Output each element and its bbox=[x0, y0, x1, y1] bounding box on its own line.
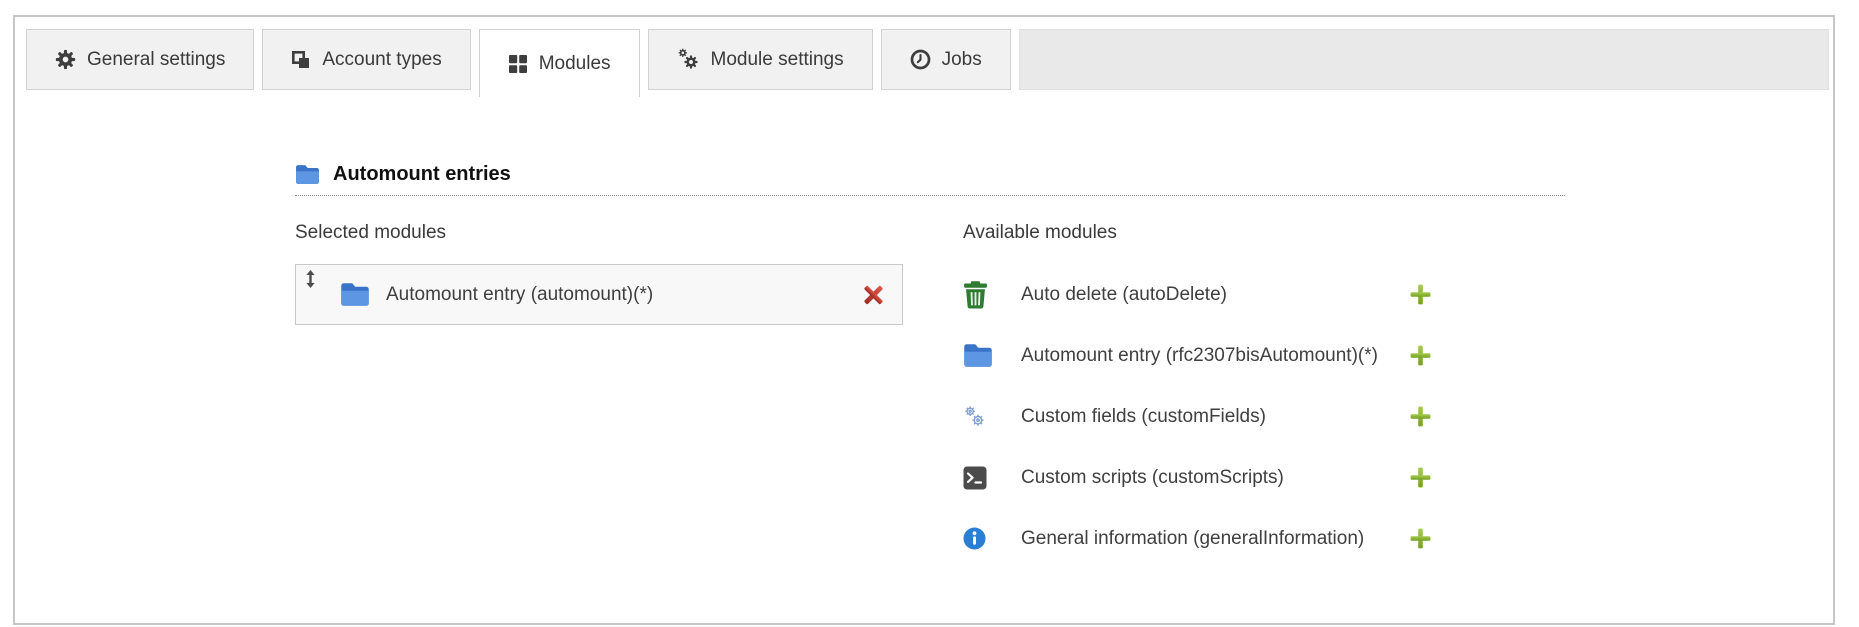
modules-section: Automount entries Selected modules bbox=[295, 163, 1565, 569]
remove-module-button[interactable] bbox=[861, 282, 886, 307]
info-icon bbox=[963, 527, 997, 550]
add-module-button[interactable] bbox=[1409, 344, 1432, 367]
trash-icon bbox=[963, 281, 997, 309]
account-types-icon bbox=[291, 50, 311, 70]
available-module-row: Auto delete (autoDelete) bbox=[963, 264, 1565, 325]
available-module-label: Custom fields (customFields) bbox=[1021, 406, 1266, 428]
modules-grid-icon bbox=[508, 54, 528, 74]
tab-account-types[interactable]: Account types bbox=[262, 29, 470, 90]
add-module-button[interactable] bbox=[1409, 527, 1432, 550]
gears-icon bbox=[963, 405, 997, 428]
up-down-arrow-icon[interactable] bbox=[305, 270, 316, 288]
folder-icon bbox=[963, 343, 997, 368]
selected-modules-header: Selected modules bbox=[295, 222, 963, 244]
tab-general-settings[interactable]: General settings bbox=[26, 29, 254, 90]
red-x-icon bbox=[861, 282, 886, 307]
folder-icon bbox=[340, 282, 370, 307]
green-plus-icon bbox=[1409, 466, 1432, 489]
available-module-row: Custom scripts (customScripts) bbox=[963, 447, 1565, 508]
available-modules-header: Available modules bbox=[963, 222, 1565, 244]
available-module-row: Custom fields (customFields) bbox=[963, 386, 1565, 447]
folder-icon bbox=[295, 164, 320, 185]
tab-module-settings[interactable]: Module settings bbox=[648, 29, 873, 90]
available-module-row: Automount entry (rfc2307bisAutomount)(*) bbox=[963, 325, 1565, 386]
available-module-row: General information (generalInformation) bbox=[963, 508, 1565, 569]
tab-bar: General settings Account types Modul bbox=[26, 29, 1829, 97]
add-module-button[interactable] bbox=[1409, 466, 1432, 489]
tab-label: Module settings bbox=[711, 49, 844, 71]
module-settings-gears-icon bbox=[677, 48, 700, 71]
settings-panel: General settings Account types Modul bbox=[13, 15, 1835, 625]
available-module-label: General information (generalInformation) bbox=[1021, 528, 1364, 550]
available-module-label: Custom scripts (customScripts) bbox=[1021, 467, 1284, 489]
tab-label: Account types bbox=[322, 49, 441, 71]
clock-icon bbox=[910, 49, 931, 70]
add-module-button[interactable] bbox=[1409, 283, 1432, 306]
green-plus-icon bbox=[1409, 527, 1432, 550]
section-title: Automount entries bbox=[333, 163, 511, 186]
selected-module-row[interactable]: Automount entry (automount)(*) bbox=[295, 264, 903, 325]
tab-bar-filler bbox=[1019, 29, 1829, 90]
tab-modules[interactable]: Modules bbox=[479, 29, 640, 97]
terminal-icon bbox=[963, 466, 997, 490]
available-modules-list: Auto delete (autoDelete) bbox=[963, 264, 1565, 569]
tab-label: Jobs bbox=[942, 49, 982, 71]
section-header: Automount entries bbox=[295, 163, 1565, 196]
add-module-button[interactable] bbox=[1409, 405, 1432, 428]
tab-label: Modules bbox=[539, 53, 611, 75]
green-plus-icon bbox=[1409, 405, 1432, 428]
tab-label: General settings bbox=[87, 49, 225, 71]
green-plus-icon bbox=[1409, 283, 1432, 306]
available-module-label: Auto delete (autoDelete) bbox=[1021, 284, 1227, 306]
available-module-label: Automount entry (rfc2307bisAutomount)(*) bbox=[1021, 345, 1378, 367]
green-plus-icon bbox=[1409, 344, 1432, 367]
selected-module-label: Automount entry (automount)(*) bbox=[386, 284, 653, 306]
gear-icon bbox=[55, 49, 76, 70]
tab-jobs[interactable]: Jobs bbox=[881, 29, 1011, 90]
